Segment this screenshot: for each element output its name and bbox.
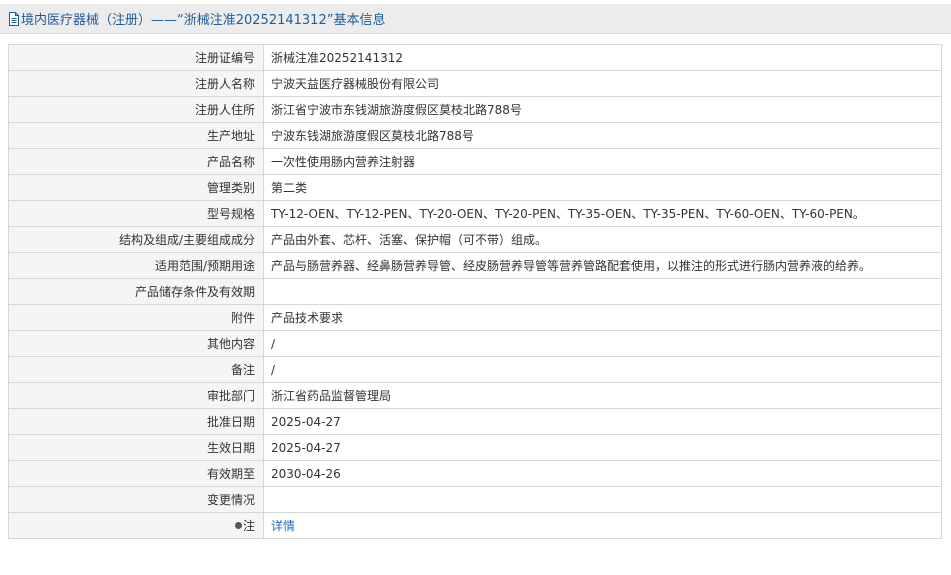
table-row: 型号规格 TY-12-OEN、TY-12-PEN、TY-20-OEN、TY-20… [8,200,942,227]
field-label: 产品名称 [8,148,264,175]
table-row: 审批部门 浙江省药品监督管理局 [8,382,942,409]
field-value: 宁波东钱湖旅游度假区莫枝北路788号 [263,122,942,149]
table-row: 有效期至 2030-04-26 [8,460,942,487]
page-title: 境内医疗器械（注册）——“浙械注准20252141312”基本信息 [21,13,386,28]
table-row: 备注 / [8,356,942,383]
table-row: 生产地址 宁波东钱湖旅游度假区莫枝北路788号 [8,122,942,149]
field-value [263,486,942,513]
table-row: 注 详情 [8,512,942,539]
note-label: 注 [242,519,255,533]
field-value: / [263,356,942,383]
field-label: 附件 [8,304,264,331]
field-value: / [263,330,942,357]
field-value: 2025-04-27 [263,408,942,435]
field-value: TY-12-OEN、TY-12-PEN、TY-20-OEN、TY-20-PEN、… [263,200,942,227]
field-label: 批准日期 [8,408,264,435]
field-value: 产品与肠营养器、经鼻肠营养导管、经皮肠营养导管等营养管路配套使用，以推注的形式进… [263,252,942,279]
table-row: 注册证编号 浙械注准20252141312 [8,44,942,71]
basic-info-table: 注册证编号 浙械注准20252141312 注册人名称 宁波天益医疗器械股份有限… [8,44,942,539]
field-label: 管理类别 [8,174,264,201]
table-row: 产品名称 一次性使用肠内营养注射器 [8,148,942,175]
field-value: 产品由外套、芯杆、活塞、保护帽（可不带）组成。 [263,226,942,253]
field-label: 产品储存条件及有效期 [8,278,264,305]
table-row: 其他内容 / [8,330,942,357]
field-value: 浙江省宁波市东钱湖旅游度假区莫枝北路788号 [263,96,942,123]
field-value: 产品技术要求 [263,304,942,331]
table-row: 适用范围/预期用途 产品与肠营养器、经鼻肠营养导管、经皮肠营养导管等营养管路配套… [8,252,942,279]
table-row: 注册人名称 宁波天益医疗器械股份有限公司 [8,70,942,97]
details-link[interactable]: 详情 [263,512,942,539]
table-row: 管理类别 第二类 [8,174,942,201]
field-label: 变更情况 [8,486,264,513]
field-label: 备注 [8,356,264,383]
field-value: 浙械注准20252141312 [263,44,942,71]
document-icon [9,11,19,26]
note-label-cell: 注 [8,512,264,539]
field-value: 宁波天益医疗器械股份有限公司 [263,70,942,97]
field-label: 型号规格 [8,200,264,227]
table-row: 产品储存条件及有效期 [8,278,942,305]
table-row: 批准日期 2025-04-27 [8,408,942,435]
page-header: 境内医疗器械（注册）——“浙械注准20252141312”基本信息 [0,4,951,34]
table-row: 生效日期 2025-04-27 [8,434,942,461]
field-label: 结构及组成/主要组成成分 [8,226,264,253]
field-label: 有效期至 [8,460,264,487]
field-label: 审批部门 [8,382,264,409]
field-label: 生产地址 [8,122,264,149]
field-value: 浙江省药品监督管理局 [263,382,942,409]
lightbulb-icon [234,522,242,529]
table-row: 注册人住所 浙江省宁波市东钱湖旅游度假区莫枝北路788号 [8,96,942,123]
field-label: 适用范围/预期用途 [8,252,264,279]
field-label: 注册人住所 [8,96,264,123]
table-row: 附件 产品技术要求 [8,304,942,331]
field-value [263,278,942,305]
table-row: 变更情况 [8,486,942,513]
field-value: 2025-04-27 [263,434,942,461]
field-label: 注册证编号 [8,44,264,71]
field-label: 其他内容 [8,330,264,357]
field-label: 生效日期 [8,434,264,461]
field-value: 一次性使用肠内营养注射器 [263,148,942,175]
field-value: 第二类 [263,174,942,201]
field-value: 2030-04-26 [263,460,942,487]
table-row: 结构及组成/主要组成成分 产品由外套、芯杆、活塞、保护帽（可不带）组成。 [8,226,942,253]
field-label: 注册人名称 [8,70,264,97]
